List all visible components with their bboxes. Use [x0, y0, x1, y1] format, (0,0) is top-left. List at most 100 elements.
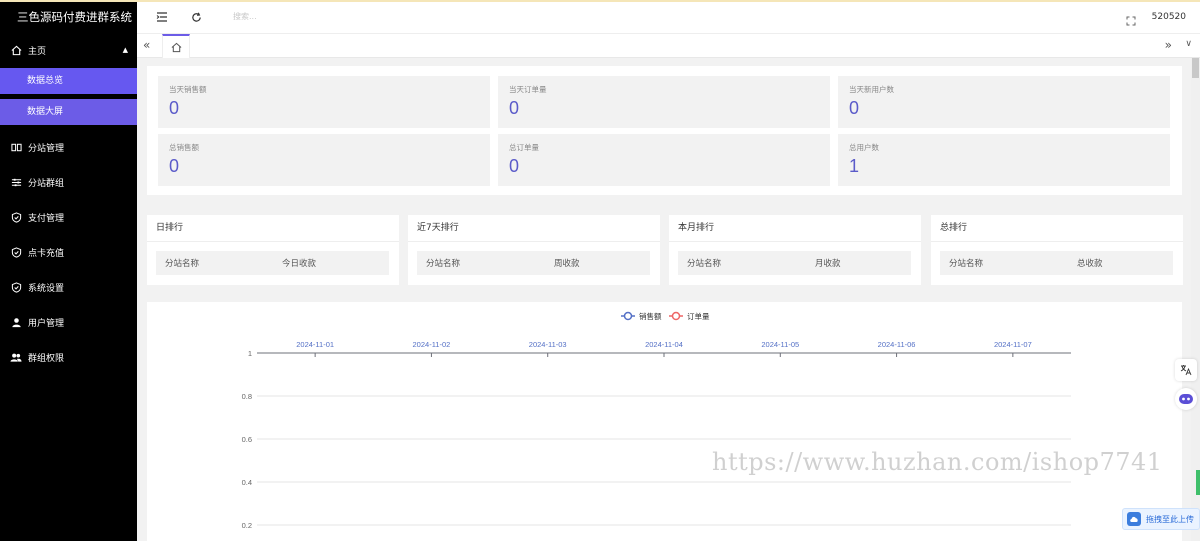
- column-header: 分站名称: [687, 259, 722, 269]
- chevron-down-icon[interactable]: ∨: [1185, 39, 1192, 49]
- column-header: 分站名称: [949, 259, 984, 269]
- upload-label: 拖拽至此上传: [1146, 514, 1194, 524]
- stat-label: 总用户数: [849, 143, 879, 152]
- username[interactable]: 520520: [1152, 12, 1186, 22]
- stat-total-users: 总用户数 1: [838, 134, 1170, 186]
- search-input[interactable]: 搜索...: [233, 11, 257, 22]
- ranking-title: 本月排行: [669, 215, 921, 242]
- column-header: 今日收款: [282, 259, 317, 269]
- assistant-bot-icon[interactable]: [1175, 388, 1197, 410]
- ranking-table-header: 分站名称 今日收款: [156, 251, 389, 275]
- ranking-table-header: 分站名称 月收款: [678, 251, 911, 275]
- stat-value: 0: [849, 98, 860, 118]
- tabs-next-icon[interactable]: »: [1165, 38, 1172, 52]
- legend-swatch-marker: [623, 311, 633, 321]
- sidebar-item-card-recharge[interactable]: 点卡充值: [0, 235, 137, 270]
- legend-label: 订单量: [687, 311, 710, 321]
- translate-icon[interactable]: [1175, 359, 1197, 381]
- sidebar-item-home[interactable]: 主页 ▲: [0, 32, 137, 68]
- caret-up-icon: ▲: [122, 46, 128, 54]
- column-header: 分站名称: [426, 259, 461, 269]
- ranking-table-header: 分站名称 总收款: [940, 251, 1173, 275]
- stat-label: 总销售额: [169, 143, 199, 152]
- ranking-title: 总排行: [931, 215, 1183, 242]
- tabs-prev-icon[interactable]: «: [143, 38, 150, 52]
- stat-label: 当天订单量: [509, 85, 547, 94]
- y-tick-label: 0.4: [242, 478, 252, 487]
- x-tick-label: 2024-11-05: [761, 340, 799, 349]
- cloud-upload-icon: [1127, 512, 1141, 526]
- x-tick-label: 2024-11-02: [413, 340, 451, 349]
- line-chart: 1 0.8 0.6 0.4 0.2 2024-11-01 2024-11-02 2024-11…: [242, 311, 1071, 530]
- ranking-daily: 日排行 分站名称 今日收款: [147, 215, 399, 285]
- y-tick-label: 0.2: [242, 521, 252, 530]
- stat-label: 总订单量: [509, 143, 539, 152]
- legend-label: 销售额: [639, 311, 662, 321]
- sidebar-item-substation-groups[interactable]: 分站群组: [0, 165, 137, 200]
- column-header: 周收款: [554, 259, 580, 269]
- legend-swatch-marker: [671, 311, 681, 321]
- scrollbar[interactable]: [1191, 58, 1200, 541]
- sidebar-subitem-data-screen[interactable]: 数据大屏: [0, 99, 137, 125]
- sidebar-item-label: 分站群组: [28, 179, 65, 189]
- sidebar-item-settings[interactable]: 系统设置: [0, 270, 137, 305]
- menu-collapse-icon[interactable]: [155, 10, 169, 24]
- shield-icon: [10, 247, 22, 259]
- upload-dropzone-button[interactable]: 拖拽至此上传: [1122, 508, 1200, 530]
- sidebar-item-payment[interactable]: 支付管理: [0, 200, 137, 235]
- shield-icon: [10, 282, 22, 294]
- ranking-table-header: 分站名称 周收款: [417, 251, 650, 275]
- x-tick-label: 2024-11-07: [994, 340, 1032, 349]
- stats-card: 当天销售额 0 当天订单量 0 当天新用户数 0 总销售额 0 总订单量 0 总…: [147, 66, 1182, 195]
- shield-icon: [10, 212, 22, 224]
- stat-today-sales: 当天销售额 0: [158, 76, 490, 128]
- sidebar-item-label: 群组权限: [28, 354, 65, 364]
- y-tick-label: 0.6: [242, 435, 252, 444]
- sidebar-item-label: 系统设置: [28, 284, 65, 294]
- sidebar-item-label: 点卡充值: [28, 249, 65, 259]
- column-header: 总收款: [1077, 259, 1103, 269]
- tabs-bar: « » ∨: [137, 34, 1200, 58]
- sidebar-item-substation[interactable]: 分站管理: [0, 130, 137, 165]
- side-indicator: [1196, 470, 1200, 495]
- watermark-text: https://www.huzhan.com/ishop7741: [712, 448, 1163, 476]
- sidebar-item-group-permissions[interactable]: 群组权限: [0, 340, 137, 375]
- sidebar-subitem-data-overview[interactable]: 数据总览: [0, 68, 137, 94]
- y-tick-label: 1: [248, 349, 252, 358]
- user-icon: [10, 317, 22, 329]
- y-tick-label: 0.8: [242, 392, 252, 401]
- stat-total-sales: 总销售额 0: [158, 134, 490, 186]
- sidebar: 三色源码付费进群系统 主页 ▲ 数据总览 数据大屏 分站管理 分站群组 支付管理…: [0, 2, 137, 541]
- home-icon: [171, 42, 181, 52]
- chart-card: 1 0.8 0.6 0.4 0.2 2024-11-01 2024-11-02 2024-11…: [147, 302, 1182, 541]
- sidebar-item-users[interactable]: 用户管理: [0, 305, 137, 340]
- stat-label: 当天销售额: [169, 85, 207, 94]
- x-tick-label: 2024-11-04: [645, 340, 683, 349]
- ranking-monthly: 本月排行 分站名称 月收款: [669, 215, 921, 285]
- ranking-title: 日排行: [147, 215, 399, 242]
- stat-today-orders: 当天订单量 0: [498, 76, 830, 128]
- scrollbar-thumb[interactable]: [1192, 58, 1199, 78]
- stat-total-orders: 总订单量 0: [498, 134, 830, 186]
- sliders-icon: [10, 177, 22, 189]
- sidebar-item-label: 主页: [28, 46, 47, 57]
- stat-value: 1: [849, 156, 860, 176]
- users-icon: [10, 352, 22, 364]
- app-title[interactable]: 三色源码付费进群系统: [0, 2, 137, 32]
- stat-value: 0: [509, 98, 520, 118]
- tab-home[interactable]: [162, 34, 190, 58]
- sidebar-item-label: 分站管理: [28, 144, 65, 154]
- columns-icon: [10, 142, 22, 154]
- column-header: 分站名称: [165, 259, 200, 269]
- stat-value: 0: [169, 98, 180, 118]
- x-tick-label: 2024-11-06: [878, 340, 916, 349]
- fullscreen-icon[interactable]: [1126, 11, 1136, 30]
- ranking-title: 近7天排行: [408, 215, 660, 242]
- sidebar-item-label: 用户管理: [28, 319, 65, 329]
- refresh-icon[interactable]: [189, 10, 203, 24]
- ranking-total: 总排行 分站名称 总收款: [931, 215, 1183, 285]
- top-header: 搜索... 520520: [137, 2, 1200, 34]
- x-tick-label: 2024-11-03: [529, 340, 567, 349]
- stat-value: 0: [509, 156, 520, 176]
- sidebar-item-label: 支付管理: [28, 214, 65, 224]
